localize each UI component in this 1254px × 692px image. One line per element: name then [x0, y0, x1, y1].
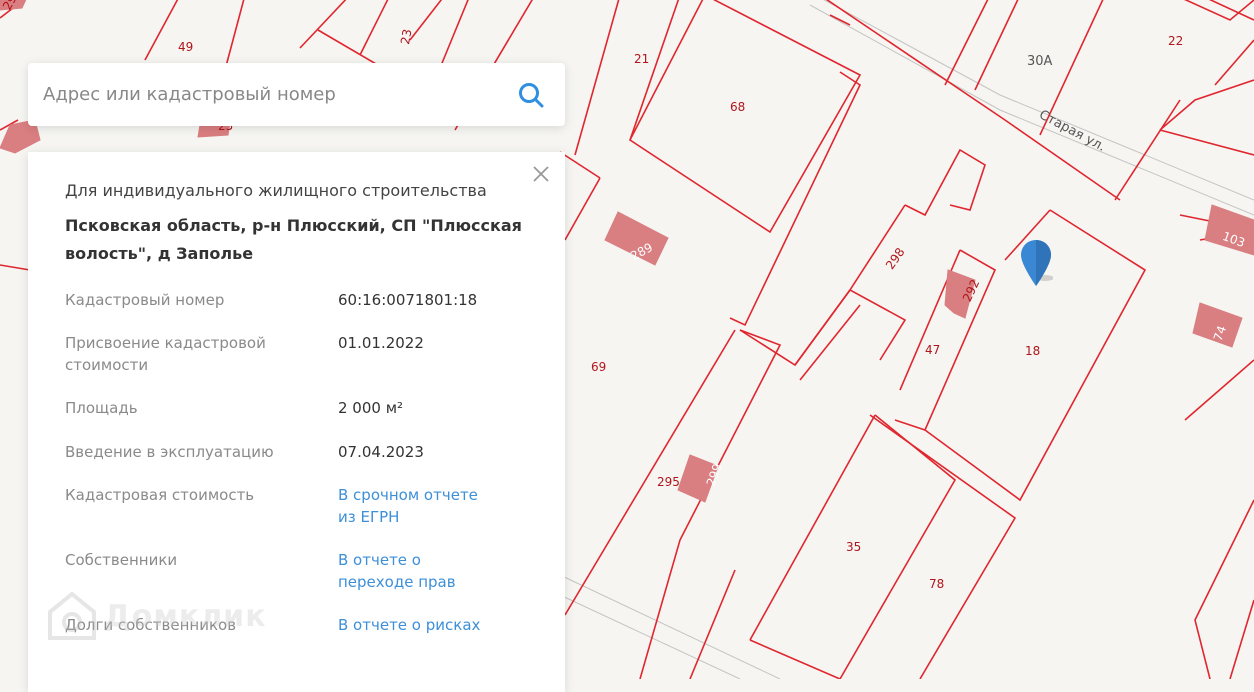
plot-label: 22: [1168, 34, 1183, 48]
commissioning-label: Введение в эксплуатацию: [65, 443, 274, 461]
plot-label: 49: [178, 40, 193, 54]
plot-address: Псковская область, р-н Плюсский, СП "Плю…: [65, 216, 522, 263]
search-icon[interactable]: [517, 81, 545, 109]
owners-link[interactable]: В отчете о переходе прав: [338, 549, 478, 593]
plot-label: 18: [1025, 344, 1040, 358]
search-input[interactable]: [43, 63, 493, 126]
location-pin-icon[interactable]: [1019, 238, 1053, 288]
watermark: Домклик: [46, 590, 267, 642]
watermark-text: Домклик: [104, 598, 267, 634]
plot-label: 23: [398, 28, 414, 45]
plot-label: 35: [846, 540, 861, 554]
valuation-date-value: 01.01.2022: [338, 334, 424, 352]
plot-label: 295: [657, 475, 680, 489]
plot-label: 21: [634, 52, 649, 66]
cadastral-number-label: Кадастровый номер: [65, 291, 225, 309]
house-logo-icon: [48, 591, 96, 640]
close-icon[interactable]: [529, 162, 553, 186]
cadastral-value-label: Кадастровая стоимость: [65, 486, 255, 504]
cadastral-value-link[interactable]: В срочном отчете из ЕГРН: [338, 484, 498, 528]
plot-label: 78: [929, 577, 944, 591]
plot-label: 68: [730, 100, 745, 114]
search-bar: [28, 63, 565, 126]
plot-purpose: Для индивидуального жилищного строительс…: [65, 181, 487, 200]
area-label: Площадь: [65, 399, 138, 417]
owners-label: Собственники: [65, 551, 178, 569]
valuation-date-label: Присвоение кадастровой стоимости: [65, 334, 266, 374]
owner-debts-link[interactable]: В отчете о рисках: [338, 614, 538, 636]
area-value: 2 000 м²: [338, 399, 404, 417]
commissioning-value: 07.04.2023: [338, 443, 424, 461]
plot-label: 47: [925, 343, 940, 357]
plot-label: 30А: [1027, 54, 1053, 69]
plot-label: 69: [591, 360, 606, 374]
cadastral-number-value: 60:16:0071801:18: [338, 291, 478, 309]
